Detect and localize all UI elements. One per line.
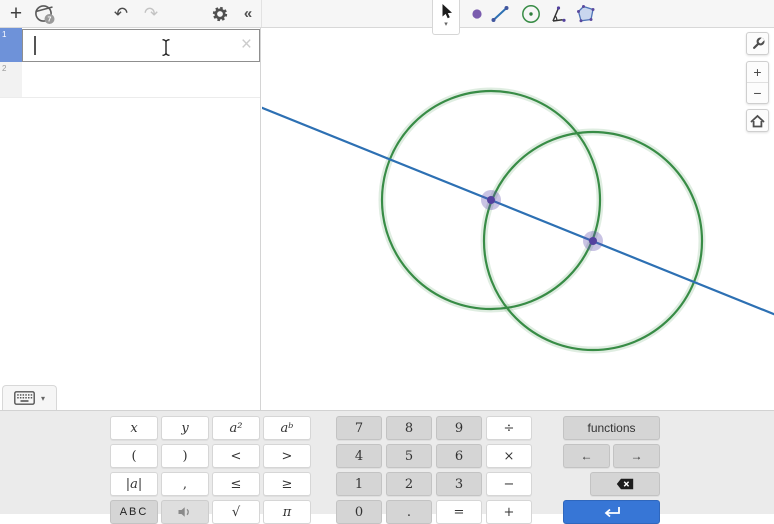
key-5[interactable]: 5: [386, 444, 432, 468]
key-sqrt[interactable]: √: [212, 500, 260, 524]
chevron-down-icon: ▾: [41, 394, 45, 403]
default-view-button[interactable]: [746, 109, 769, 132]
settings-button[interactable]: [207, 0, 233, 27]
expression-panel: 1 × 2 ▾: [0, 28, 261, 410]
key-6[interactable]: 6: [436, 444, 482, 468]
key-arrow-right[interactable]: →: [613, 444, 660, 468]
speaker-icon: [177, 506, 193, 518]
key-speaker[interactable]: [161, 500, 209, 524]
toolbar-divider: [261, 0, 262, 27]
undo-button[interactable]: ↶: [108, 0, 134, 27]
polygon-tool-button[interactable]: [574, 2, 598, 26]
home-icon: [750, 114, 765, 128]
cursor-arrow-icon: [439, 3, 453, 20]
delete-expression-button[interactable]: ×: [241, 33, 252, 57]
key-a-squared[interactable]: a²: [212, 416, 260, 440]
key-3[interactable]: 3: [436, 472, 482, 496]
point-tool-button[interactable]: [465, 2, 489, 26]
angle-tool-button[interactable]: [546, 2, 570, 26]
point-icon: [467, 4, 487, 24]
enter-icon: [602, 506, 622, 518]
key-1[interactable]: 1: [336, 472, 382, 496]
row-1-index: 1: [2, 30, 6, 39]
key-a-power-b[interactable]: aᵇ: [263, 416, 311, 440]
zoom-in-button[interactable]: +: [747, 62, 768, 83]
compass-icon: 7: [33, 2, 57, 26]
key-x[interactable]: x: [110, 416, 158, 440]
construct-badge: 7: [48, 16, 52, 23]
zoom-controls: + −: [746, 61, 769, 104]
expression-row-1[interactable]: 1 ×: [0, 28, 260, 62]
key-multiply[interactable]: ×: [486, 444, 532, 468]
key-9[interactable]: 9: [436, 416, 482, 440]
row-2-index: 2: [2, 64, 6, 73]
point-1[interactable]: [487, 196, 495, 204]
key-abs[interactable]: |a|: [110, 472, 158, 496]
gear-icon: [211, 5, 229, 23]
key-pi[interactable]: π: [263, 500, 311, 524]
key-backspace[interactable]: [590, 472, 660, 496]
zoom-out-button[interactable]: −: [747, 83, 768, 103]
geometry-svg: [262, 28, 774, 410]
construct-tool-button[interactable]: 7: [30, 0, 60, 27]
key-abc[interactable]: ABC: [110, 500, 158, 524]
math-keypad: x y a² aᵇ ( ) < > |a| , ≤ ≥ ABC √ π 7 8 …: [0, 410, 774, 514]
key-divide[interactable]: ÷: [486, 416, 532, 440]
text-caret: [34, 36, 36, 55]
geometry-canvas[interactable]: [262, 28, 774, 410]
backspace-icon: [616, 478, 634, 490]
graph-settings-button[interactable]: [746, 32, 769, 55]
expression-input-1[interactable]: ×: [22, 29, 260, 62]
key-geq[interactable]: ≥: [263, 472, 311, 496]
key-2[interactable]: 2: [386, 472, 432, 496]
top-toolbar: + 7 ↶ ↷ « ▾: [0, 0, 774, 28]
key-leq[interactable]: ≤: [212, 472, 260, 496]
point-2[interactable]: [589, 237, 597, 245]
angle-icon: [548, 5, 568, 24]
key-decimal[interactable]: .: [386, 500, 432, 524]
key-0[interactable]: 0: [336, 500, 382, 524]
keyboard-icon: [14, 391, 35, 405]
expression-row-2[interactable]: 2: [0, 62, 260, 98]
circle-tool-button[interactable]: [519, 2, 543, 26]
key-4[interactable]: 4: [336, 444, 382, 468]
chevron-down-icon: ▾: [444, 21, 448, 29]
row-1-gutter: 1: [0, 28, 22, 62]
key-y[interactable]: y: [161, 416, 209, 440]
keyboard-toggle[interactable]: ▾: [2, 385, 57, 410]
key-greater-than[interactable]: >: [263, 444, 311, 468]
wrench-icon: [750, 36, 766, 52]
key-functions[interactable]: functions: [563, 416, 660, 440]
key-less-than[interactable]: <: [212, 444, 260, 468]
key-open-paren[interactable]: (: [110, 444, 158, 468]
redo-button[interactable]: ↷: [138, 0, 164, 27]
key-arrow-left[interactable]: ←: [563, 444, 610, 468]
select-tool-button[interactable]: ▾: [432, 0, 460, 35]
collapse-panel-button[interactable]: «: [236, 0, 260, 27]
polygon-icon: [575, 4, 597, 24]
circle-icon: [520, 3, 542, 25]
key-7[interactable]: 7: [336, 416, 382, 440]
key-add[interactable]: +: [486, 500, 532, 524]
key-subtract[interactable]: −: [486, 472, 532, 496]
key-comma[interactable]: ,: [161, 472, 209, 496]
key-equals[interactable]: =: [436, 500, 482, 524]
row-2-gutter: 2: [0, 62, 22, 97]
key-enter[interactable]: [563, 500, 660, 524]
key-close-paren[interactable]: ): [161, 444, 209, 468]
segment-icon: [490, 4, 510, 24]
segment-tool-button[interactable]: [488, 2, 512, 26]
add-item-button[interactable]: +: [4, 0, 28, 27]
key-8[interactable]: 8: [386, 416, 432, 440]
